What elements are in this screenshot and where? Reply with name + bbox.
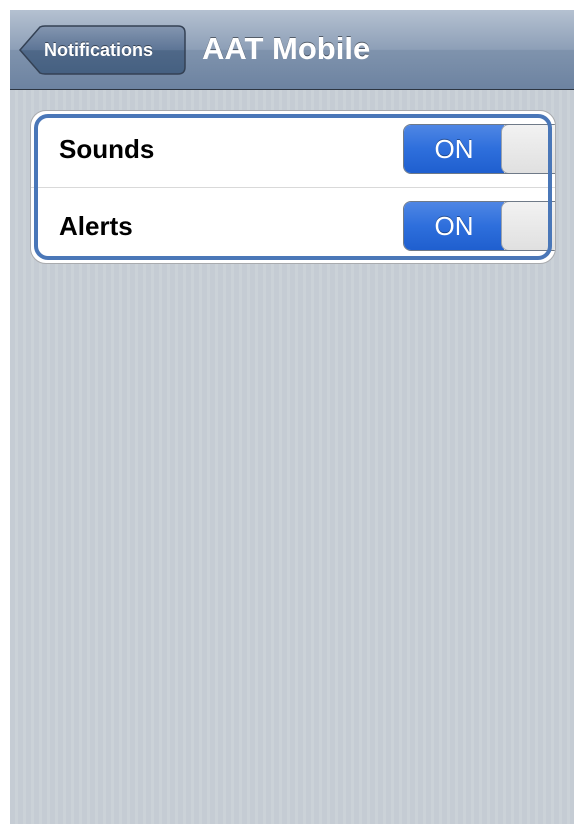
alerts-toggle-thumb[interactable] [501, 202, 555, 250]
notification-settings-group: Sounds ON Alerts ON [30, 110, 556, 264]
back-button-label: Notifications [44, 40, 154, 60]
settings-row-alerts: Alerts ON [31, 188, 555, 263]
alerts-toggle-state: ON [404, 202, 504, 250]
navigation-bar: Notifications AAT Mobile [10, 10, 574, 90]
sounds-toggle-state: ON [404, 125, 504, 173]
sounds-toggle[interactable]: ON [403, 124, 555, 174]
back-button[interactable]: Notifications [18, 25, 186, 75]
alerts-toggle[interactable]: ON [403, 201, 555, 251]
sounds-label: Sounds [59, 134, 155, 164]
app-screen: Notifications AAT Mobile Sounds ON Alert… [10, 10, 574, 824]
page-title: AAT Mobile [202, 31, 371, 66]
sounds-toggle-thumb[interactable] [501, 125, 555, 173]
settings-row-sounds: Sounds ON [31, 111, 555, 188]
alerts-label: Alerts [59, 211, 133, 241]
